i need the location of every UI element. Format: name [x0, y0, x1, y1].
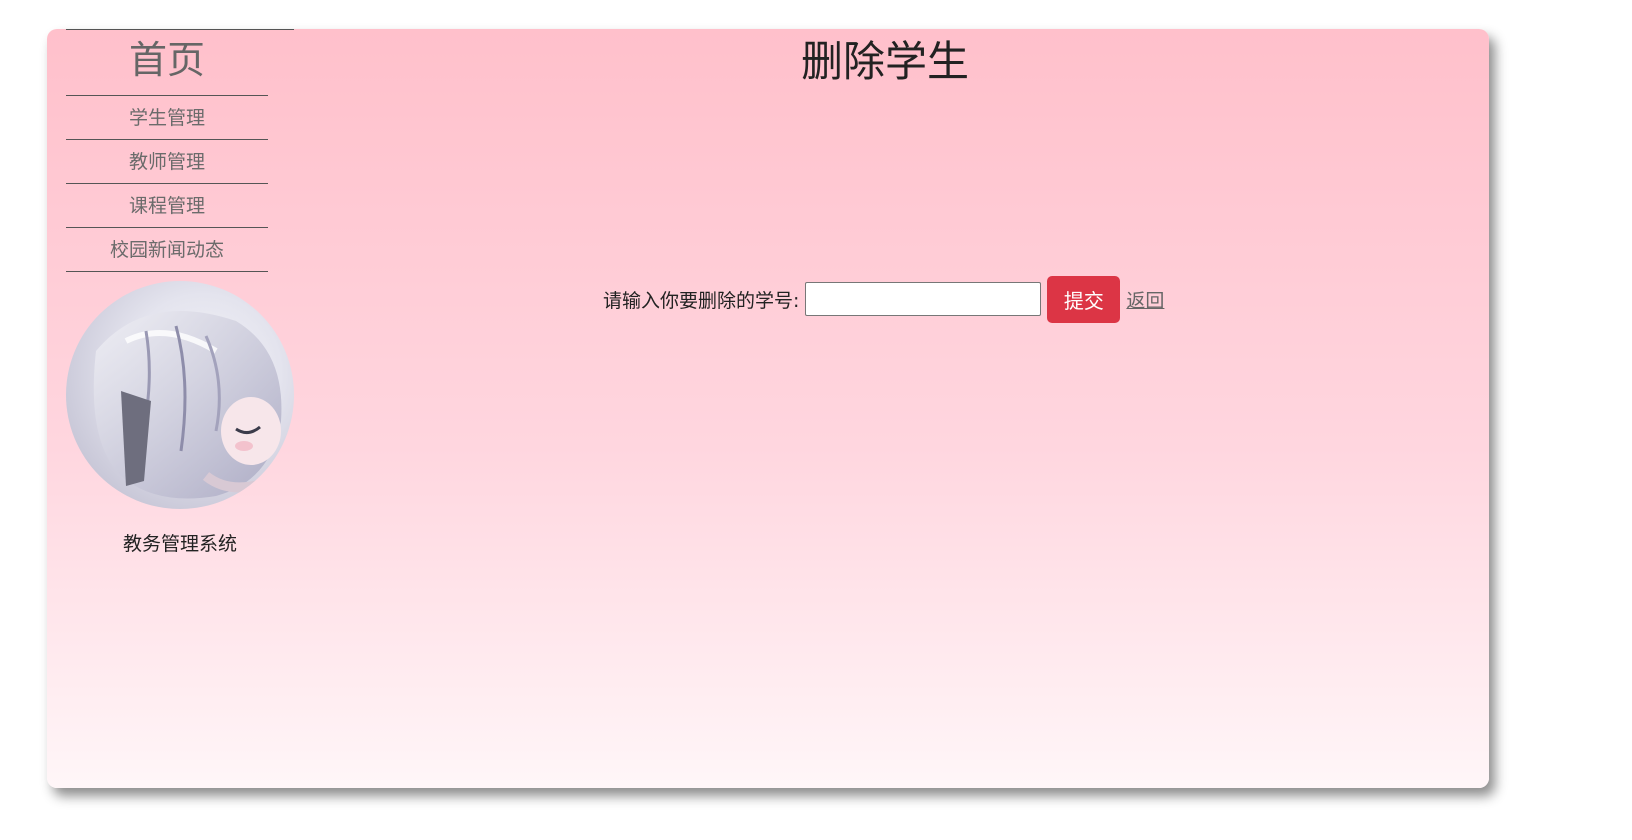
sidebar-divider — [66, 29, 294, 30]
submit-button[interactable]: 提交 — [1047, 275, 1121, 323]
avatar-illustration — [93, 311, 282, 499]
student-id-label: 请输入你要删除的学号: — [603, 289, 800, 312]
system-name: 教务管理系统 — [122, 533, 237, 555]
sidebar-item-teacher-management[interactable]: 教师管理 — [66, 140, 268, 184]
back-link[interactable]: 返回 — [1126, 286, 1164, 313]
delete-student-form: 请输入你要删除的学号: 提交 返回 — [603, 275, 1164, 323]
home-link[interactable]: 首页 — [66, 35, 268, 85]
page-title: 删除学生 — [800, 37, 969, 86]
sidebar-item-campus-news[interactable]: 校园新闻动态 — [66, 228, 268, 272]
avatar — [66, 281, 294, 509]
sidebar-nav: 学生管理 教师管理 课程管理 校园新闻动态 — [66, 95, 268, 272]
sidebar-item-course-management[interactable]: 课程管理 — [66, 184, 268, 228]
sidebar-item-student-management[interactable]: 学生管理 — [66, 96, 268, 140]
student-id-input[interactable] — [805, 282, 1042, 316]
